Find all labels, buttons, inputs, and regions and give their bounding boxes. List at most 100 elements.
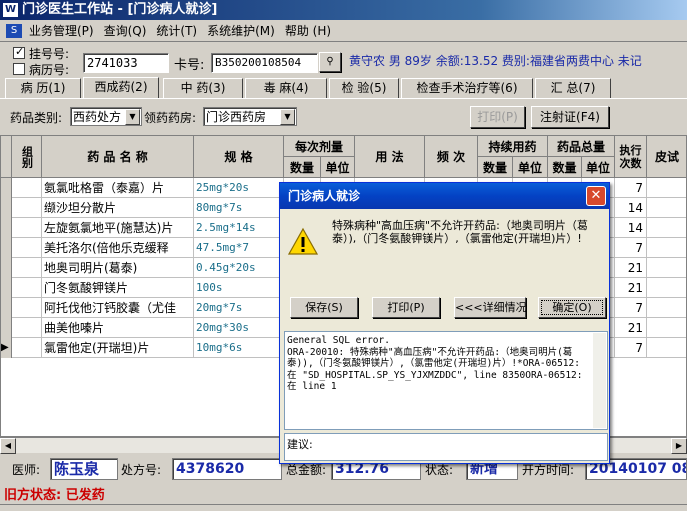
cell-group[interactable] — [12, 278, 42, 298]
cell-drug-name[interactable]: 缬沙坦分散片 — [42, 198, 194, 218]
cell-spec[interactable]: 100s — [194, 278, 284, 298]
col-duration: 持续用药 — [478, 136, 548, 157]
dialog-ok-button[interactable]: 确定(O) — [538, 297, 606, 318]
category-select[interactable]: 西药处方 ▼ — [70, 107, 142, 126]
col-duration-qty: 数量 — [478, 157, 513, 178]
injection-cert-button[interactable]: 注射证(F4) — [531, 106, 609, 128]
cell-group[interactable] — [12, 178, 42, 198]
cell-group[interactable] — [12, 318, 42, 338]
cell-skin-test[interactable] — [647, 278, 686, 298]
tab-history[interactable]: 病 历(1) — [5, 78, 81, 98]
row-marker — [1, 238, 12, 258]
cell-exec-count[interactable]: 7 — [615, 238, 647, 258]
cell-spec[interactable]: 10mg*6s — [194, 338, 284, 358]
card-label: 卡号: — [174, 58, 205, 73]
cell-exec-count[interactable]: 7 — [615, 338, 647, 358]
pharmacy-select[interactable]: 门诊西药房 ▼ — [203, 107, 297, 126]
dialog-message: 特殊病种"高血压病"不允许开药品:（地奥司明片（葛泰）),（门冬氨酸钾镁片）,（… — [332, 219, 588, 245]
suggestion-label: 建议: — [287, 438, 313, 451]
cell-drug-name[interactable]: 门冬氨酸钾镁片 — [42, 278, 194, 298]
scroll-right-icon[interactable]: ▶ — [671, 438, 687, 454]
cell-skin-test[interactable] — [647, 258, 686, 278]
dialog-save-button[interactable]: 保存(S) — [290, 297, 358, 318]
category-tabs: 病 历(1) 西成药(2) 中 药(3) 毒 麻(4) 检 验(5) 检查手术治… — [5, 77, 687, 98]
row-marker — [1, 258, 12, 278]
menu-system[interactable]: 系统维护(M) — [202, 21, 280, 42]
patient-info: 黄守农 男 89岁 余额:13.52 费别:福建省两费中心 未记 — [349, 54, 642, 68]
col-frequency: 频 次 — [425, 136, 478, 178]
row-marker — [1, 318, 12, 338]
menu-help[interactable]: 帮助 (H) — [280, 21, 336, 42]
cell-spec[interactable]: 20mg*7s — [194, 298, 284, 318]
cell-drug-name[interactable]: 氨氯吡格雷（泰嘉）片 — [42, 178, 194, 198]
cell-drug-name[interactable]: 美托洛尔(倍他乐克缓释 — [42, 238, 194, 258]
cell-exec-count[interactable]: 21 — [615, 318, 647, 338]
cell-group[interactable] — [12, 218, 42, 238]
col-drug-name: 药 品 名 称 — [42, 136, 194, 178]
cell-spec[interactable]: 80mg*7s — [194, 198, 284, 218]
cell-spec[interactable]: 0.45g*20s — [194, 258, 284, 278]
cell-drug-name[interactable]: 地奥司明片(葛泰) — [42, 258, 194, 278]
cell-drug-name[interactable]: 左旋氨氯地平(施慧达)片 — [42, 218, 194, 238]
cell-spec[interactable]: 47.5mg*7 — [194, 238, 284, 258]
print-button[interactable]: 打印(P) — [470, 106, 525, 128]
cell-spec[interactable]: 20mg*30s — [194, 318, 284, 338]
doctor-value: 陈玉泉 — [50, 458, 118, 480]
cell-group[interactable] — [12, 298, 42, 318]
dialog-details-button[interactable]: <<<详细情况 — [454, 297, 527, 318]
cell-skin-test[interactable] — [647, 198, 686, 218]
tab-western-medicine[interactable]: 西成药(2) — [83, 77, 159, 98]
cell-group[interactable] — [12, 198, 42, 218]
tab-summary[interactable]: 汇 总(7) — [535, 78, 611, 98]
close-icon[interactable]: ✕ — [586, 186, 606, 206]
scroll-left-icon[interactable]: ◀ — [0, 438, 16, 454]
suggestion-field[interactable]: 建议: — [284, 433, 608, 461]
cell-skin-test[interactable] — [647, 338, 686, 358]
log-scrollbar[interactable] — [593, 333, 606, 428]
card-input[interactable]: B350200108504 — [211, 53, 318, 73]
row-marker — [1, 178, 12, 198]
warning-icon — [288, 227, 318, 255]
regno-checkbox[interactable]: ✓ — [13, 45, 25, 59]
pharmacy-label: 领药药房: — [144, 111, 197, 125]
regno-input[interactable]: 2741033 — [83, 53, 169, 73]
cell-drug-name[interactable]: 阿托伐他汀钙胶囊（尤佳 — [42, 298, 194, 318]
system-menu-icon[interactable]: S — [6, 24, 22, 38]
cell-exec-count[interactable]: 7 — [615, 178, 647, 198]
tab-procedures[interactable]: 检查手术治疗等(6) — [401, 78, 533, 98]
tab-chinese-medicine[interactable]: 中 药(3) — [163, 78, 243, 98]
chevron-down-icon: ▼ — [280, 109, 295, 125]
cell-group[interactable] — [12, 238, 42, 258]
window-title-bar: 门诊医生工作站 - [门诊病人就诊] — [0, 0, 687, 20]
cell-skin-test[interactable] — [647, 318, 686, 338]
card-reader-button[interactable]: ⚲ — [319, 52, 341, 72]
row-marker — [1, 278, 12, 298]
cell-drug-name[interactable]: 曲美他嗪片 — [42, 318, 194, 338]
cell-exec-count[interactable]: 14 — [615, 198, 647, 218]
cell-drug-name[interactable]: 氯雷他定(开瑞坦)片 — [42, 338, 194, 358]
cell-exec-count[interactable]: 21 — [615, 278, 647, 298]
cell-skin-test[interactable] — [647, 178, 686, 198]
caseno-label: 病历号: — [29, 63, 70, 77]
col-skin-test: 皮试 — [647, 136, 686, 178]
cell-skin-test[interactable] — [647, 298, 686, 318]
cell-spec[interactable]: 2.5mg*14s — [194, 218, 284, 238]
doctor-label: 医师: — [12, 463, 41, 477]
cell-exec-count[interactable]: 7 — [615, 298, 647, 318]
caseno-checkbox[interactable] — [13, 63, 25, 75]
dialog-title-bar[interactable]: 门诊病人就诊 — [280, 183, 609, 209]
tab-narcotics[interactable]: 毒 麻(4) — [245, 78, 327, 98]
cell-exec-count[interactable]: 14 — [615, 218, 647, 238]
app-icon[interactable]: W — [3, 3, 18, 17]
cell-skin-test[interactable] — [647, 218, 686, 238]
cell-spec[interactable]: 25mg*20s — [194, 178, 284, 198]
dialog-print-button[interactable]: 打印(P) — [372, 297, 440, 318]
cell-exec-count[interactable]: 21 — [615, 258, 647, 278]
tab-lab[interactable]: 检 验(5) — [329, 78, 399, 98]
cell-skin-test[interactable] — [647, 238, 686, 258]
cell-group[interactable] — [12, 338, 42, 358]
cell-group[interactable] — [12, 258, 42, 278]
menu-stats[interactable]: 统计(T) — [151, 21, 202, 42]
menu-business[interactable]: 业务管理(P) — [24, 21, 99, 42]
menu-query[interactable]: 查询(Q) — [99, 21, 152, 42]
